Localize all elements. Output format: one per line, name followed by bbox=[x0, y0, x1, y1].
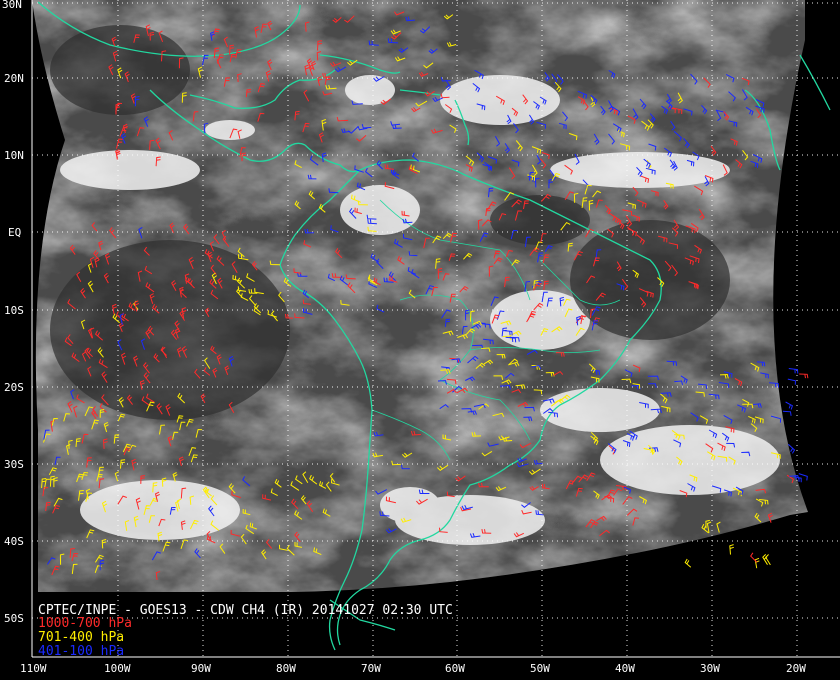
lat-label: 10N bbox=[4, 149, 24, 162]
lon-label: 50W bbox=[530, 662, 550, 675]
wind-barb bbox=[684, 558, 692, 568]
wind-barb bbox=[799, 373, 809, 379]
lon-label: 80W bbox=[276, 662, 296, 675]
lat-label: 20S bbox=[4, 381, 24, 394]
lon-label: 90W bbox=[191, 662, 211, 675]
wind-barb bbox=[754, 557, 760, 569]
satellite-imagery bbox=[0, 0, 840, 680]
lat-label: 30S bbox=[4, 458, 24, 471]
lon-label: 20W bbox=[786, 662, 806, 675]
wind-barb bbox=[750, 552, 758, 563]
legend-high-level: 401-100 hPa bbox=[38, 644, 125, 659]
lon-label: 60W bbox=[445, 662, 465, 675]
wind-barb bbox=[787, 378, 796, 385]
lon-label: 100W bbox=[104, 662, 131, 675]
lon-label: 40W bbox=[615, 662, 635, 675]
satellite-map: 30N 20N 10N EQ 10S 20S 30S 40S 50S 110W … bbox=[0, 0, 840, 680]
lon-label: 30W bbox=[700, 662, 720, 675]
lon-label: 110W bbox=[20, 662, 47, 675]
wind-barb bbox=[798, 473, 808, 481]
lat-label: 40S bbox=[4, 535, 24, 548]
legend-low-level: 1000-700 hPa bbox=[38, 616, 132, 631]
wind-barb bbox=[729, 544, 734, 555]
latitude-labels: 30N 20N 10N EQ 10S 20S 30S 40S 50S bbox=[2, 0, 24, 625]
wind-barb bbox=[785, 401, 794, 410]
lat-label: 20N bbox=[4, 72, 24, 85]
lat-label: 30N bbox=[2, 0, 22, 11]
legend-mid-level: 701-400 hPa bbox=[38, 630, 125, 645]
wind-barb bbox=[782, 410, 792, 416]
lat-label: EQ bbox=[8, 226, 21, 239]
lon-label: 70W bbox=[361, 662, 381, 675]
wind-barb bbox=[788, 368, 799, 374]
lat-label: 10S bbox=[4, 304, 24, 317]
lat-label: 50S bbox=[4, 612, 24, 625]
